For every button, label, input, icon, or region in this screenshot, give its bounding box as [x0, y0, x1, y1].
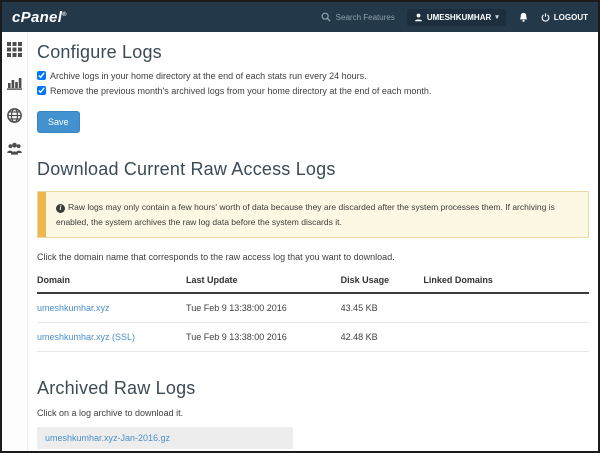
remove-archived-checkbox[interactable] — [37, 86, 46, 95]
raw-access-logs-table: Domain Last Update Disk Usage Linked Dom… — [37, 269, 589, 352]
table-header-row: Domain Last Update Disk Usage Linked Dom… — [37, 269, 589, 293]
save-button[interactable]: Save — [37, 111, 80, 133]
notice-text: iRaw logs may only contain a few hours' … — [46, 192, 588, 237]
info-icon: i — [56, 204, 65, 213]
notifications-button[interactable] — [518, 12, 529, 23]
cpanel-logo: cPanel® — [12, 9, 67, 26]
main-content: Configure Logs Archive logs in your home… — [28, 32, 598, 451]
logout-button[interactable]: LOGOUT — [541, 13, 588, 22]
archived-raw-logs-title: Archived Raw Logs — [37, 378, 589, 399]
table-row: umeshkumhar.xyz Tue Feb 9 13:38:00 2016 … — [37, 293, 589, 323]
domain-log-link[interactable]: umeshkumhar.xyz — [37, 303, 110, 313]
power-icon — [541, 13, 550, 22]
user-menu-button[interactable]: UMESHKUMHAR ▾ — [407, 9, 506, 26]
user-icon — [414, 13, 423, 22]
configure-logs-title: Configure Logs — [37, 42, 589, 63]
globe-icon[interactable] — [7, 108, 22, 123]
search-icon — [321, 12, 331, 22]
statistics-icon[interactable] — [7, 75, 22, 90]
disk-usage-cell: 43.45 KB — [341, 293, 424, 323]
col-disk-usage: Disk Usage — [341, 269, 424, 293]
linked-domains-cell — [423, 293, 589, 323]
col-last-update: Last Update — [186, 269, 341, 293]
raw-logs-notice: iRaw logs may only contain a few hours' … — [37, 191, 589, 238]
download-instruction: Click the domain name that corresponds t… — [37, 252, 589, 262]
archive-download-link[interactable]: umeshkumhar.xyz-Jan-2016.gz — [45, 433, 170, 443]
search-features-button[interactable]: Search Features — [321, 12, 395, 22]
left-sidebar — [2, 32, 28, 451]
logout-label: LOGOUT — [554, 13, 588, 22]
top-navigation-bar: cPanel® Search Features UMESHKUMHAR ▾ — [2, 2, 598, 32]
archive-logs-checkbox[interactable] — [37, 71, 46, 80]
users-icon[interactable] — [7, 141, 22, 156]
table-row: umeshkumhar.xyz (SSL) Tue Feb 9 13:38:00… — [37, 323, 589, 352]
cpanel-window: cPanel® Search Features UMESHKUMHAR ▾ — [0, 0, 600, 453]
apps-grid-icon[interactable] — [7, 42, 22, 57]
last-update-cell: Tue Feb 9 13:38:00 2016 — [186, 293, 341, 323]
download-raw-logs-title: Download Current Raw Access Logs — [37, 159, 589, 180]
remove-archived-label: Remove the previous month's archived log… — [50, 86, 431, 98]
search-label: Search Features — [336, 13, 395, 22]
last-update-cell: Tue Feb 9 13:38:00 2016 — [186, 323, 341, 352]
username-label: UMESHKUMHAR — [427, 13, 491, 22]
chevron-down-icon: ▾ — [495, 13, 499, 21]
remove-archived-option: Remove the previous month's archived log… — [37, 86, 589, 98]
archive-list-item: umeshkumhar.xyz-Jan-2016.gz — [37, 427, 293, 449]
archive-logs-label: Archive logs in your home directory at t… — [50, 71, 367, 83]
col-linked-domains: Linked Domains — [423, 269, 589, 293]
domain-log-link[interactable]: umeshkumhar.xyz (SSL) — [37, 332, 135, 342]
archive-logs-option: Archive logs in your home directory at t… — [37, 71, 589, 83]
notice-accent-strip — [38, 192, 46, 237]
bell-icon — [518, 12, 529, 23]
archive-instruction: Click on a log archive to download it. — [37, 408, 589, 418]
col-domain: Domain — [37, 269, 186, 293]
disk-usage-cell: 42.48 KB — [341, 323, 424, 352]
linked-domains-cell — [423, 323, 589, 352]
